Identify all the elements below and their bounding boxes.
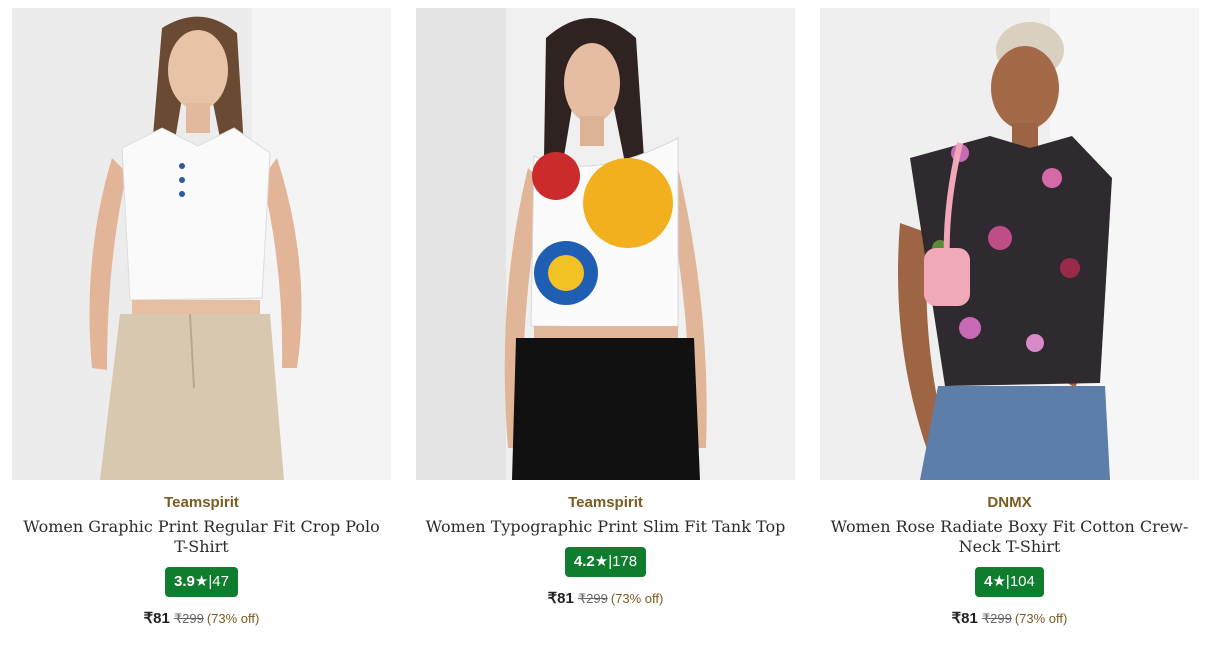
product-card[interactable]: Teamspirit Women Graphic Print Regular F… (12, 8, 391, 628)
discount-percent: (73% off) (610, 591, 664, 606)
review-count: 178 (612, 553, 638, 570)
original-price: ₹299 (577, 591, 608, 606)
brand-name[interactable]: Teamspirit (416, 494, 795, 512)
discount-percent: (73% off) (206, 611, 260, 626)
selling-price: ₹81 (547, 590, 574, 607)
brand-name[interactable]: DNMX (820, 494, 1199, 512)
rating-badge: 4.2 ★ | 178 (564, 547, 647, 577)
product-title[interactable]: Women Rose Radiate Boxy Fit Cotton Crew-… (830, 517, 1190, 557)
product-card[interactable]: Teamspirit Women Typographic Print Slim … (416, 8, 795, 608)
star-icon: ★ (992, 573, 1006, 590)
selling-price: ₹81 (143, 610, 170, 627)
rating-badge: 4 ★ | 104 (975, 567, 1044, 597)
product-title[interactable]: Women Graphic Print Regular Fit Crop Pol… (22, 517, 382, 557)
product-image[interactable] (820, 8, 1199, 480)
rating-value: 3.9 (174, 573, 195, 590)
product-image[interactable] (12, 8, 391, 480)
star-icon: ★ (194, 573, 209, 590)
selling-price: ₹81 (951, 610, 978, 627)
brand-name[interactable]: Teamspirit (12, 494, 391, 512)
original-price: ₹299 (981, 611, 1012, 626)
discount-percent: (73% off) (1014, 611, 1068, 626)
review-count: 104 (1009, 573, 1035, 590)
rating-value: 4.2 (573, 553, 595, 570)
rating-badge: 3.9 ★ | 47 (165, 567, 238, 597)
review-count: 47 (212, 573, 229, 590)
original-price: ₹299 (173, 611, 204, 626)
product-grid: Teamspirit Women Graphic Print Regular F… (0, 0, 1210, 645)
product-image[interactable] (416, 8, 795, 480)
star-icon: ★ (594, 553, 609, 570)
price-row: ₹81 ₹299 (73% off) (820, 609, 1199, 628)
product-card[interactable]: DNMX Women Rose Radiate Boxy Fit Cotton … (820, 8, 1199, 628)
price-row: ₹81 ₹299 (73% off) (416, 589, 795, 608)
product-title[interactable]: Women Typographic Print Slim Fit Tank To… (426, 517, 786, 537)
price-row: ₹81 ₹299 (73% off) (12, 609, 391, 628)
